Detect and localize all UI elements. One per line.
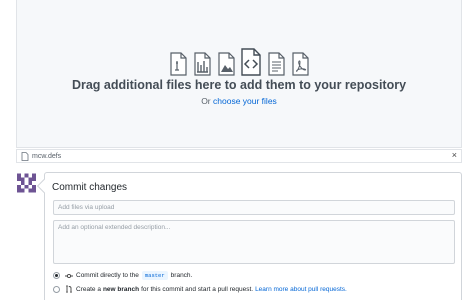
learn-more-pull-requests-link[interactable]: Learn more about pull requests. [255, 286, 347, 293]
file-document-icon [268, 52, 285, 76]
commit-description-textarea[interactable]: Add an optional extended description... [53, 220, 455, 264]
new-branch-bold: new branch [102, 285, 140, 293]
choose-files-link[interactable]: choose your files [213, 96, 277, 106]
file-type-icons [17, 48, 461, 76]
speech-caret [36, 178, 52, 194]
new-branch-radio[interactable] [53, 285, 60, 293]
new-branch-option[interactable]: Create a new branch for this commit and … [53, 285, 347, 293]
branch-name-badge: master [141, 271, 168, 280]
commit-form: Commit changes Add files via upload Add … [36, 172, 462, 300]
new-branch-prefix: Create a [76, 285, 101, 293]
commit-title: Commit changes [52, 182, 128, 193]
commit-direct-prefix: Commit directly to the [76, 272, 139, 279]
commit-icon [65, 273, 73, 278]
file-drop-zone[interactable]: Drag additional files here to add them t… [16, 0, 462, 148]
file-chart-icon [194, 52, 211, 76]
new-branch-suffix: for this commit and start a pull request… [141, 285, 254, 293]
commit-direct-suffix: branch. [170, 272, 193, 279]
drop-zone-subtitle: Or choose your files [17, 96, 461, 106]
avatar [17, 173, 36, 193]
file-text-icon [170, 52, 187, 76]
file-code-icon [241, 48, 261, 76]
file-pdf-icon [292, 52, 309, 76]
or-text: Or [201, 96, 211, 106]
file-icon [21, 151, 29, 161]
pull-request-icon [66, 285, 72, 293]
commit-direct-option[interactable]: Commit directly to the master branch. [53, 271, 192, 280]
drop-zone-title: Drag additional files here to add them t… [71, 78, 407, 92]
commit-direct-radio[interactable] [53, 272, 60, 279]
uploaded-file-row: mcw.defs × [16, 149, 462, 163]
remove-file-button[interactable]: × [452, 150, 457, 160]
uploaded-file-name: mcw.defs [32, 152, 62, 160]
file-media-icon [218, 52, 235, 76]
commit-summary-input[interactable]: Add files via upload [53, 200, 455, 215]
